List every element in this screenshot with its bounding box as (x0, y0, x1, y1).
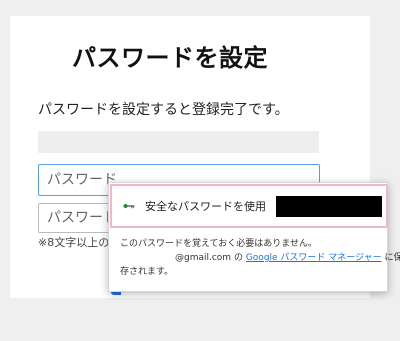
page-title: パスワードを設定 (72, 44, 268, 72)
note-line-1: このパスワードを覚えておく必要はありません。 (120, 239, 318, 249)
suggestion-label: 安全なパスワードを使用 (145, 200, 266, 213)
password-manager-link[interactable]: Google パスワード マネージャー (246, 253, 382, 263)
note-tail-1: に保 (384, 253, 400, 263)
popup-note: このパスワードを覚えておく必要はありません。 @gmail.com の Goog… (120, 237, 400, 279)
note-line-3: 存されます。 (120, 267, 174, 277)
hidden-email-field (38, 131, 319, 153)
email-suffix: @gmail.com の (175, 253, 243, 263)
suggested-password-redacted (276, 196, 382, 217)
key-icon (123, 204, 135, 209)
password-rule-text: ※8文字以上の英数字 (38, 236, 118, 249)
use-secure-password-option[interactable]: 安全なパスワードを使用 (110, 184, 388, 228)
note-line-2: @gmail.com の Google パスワード マネージャー に保 (120, 251, 400, 265)
subtitle-text: パスワードを設定すると登録完了です。 (38, 102, 289, 118)
password-suggestion-popup: 安全なパスワードを使用 このパスワードを覚えておく必要はありません。 @gmai… (108, 182, 400, 292)
